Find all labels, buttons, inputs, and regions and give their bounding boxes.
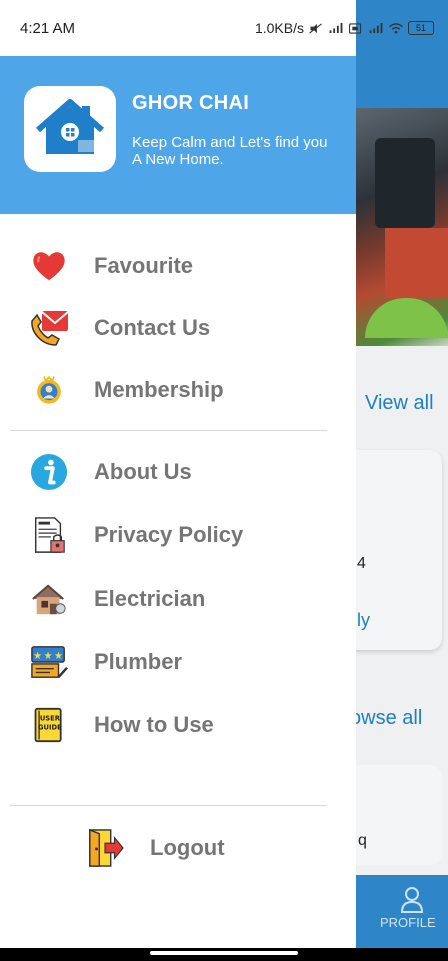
menu-item-label: About Us xyxy=(94,459,192,484)
network-speed: 1.0KB/s xyxy=(254,20,304,36)
property-card-2-text: q xyxy=(358,832,367,849)
mute-icon xyxy=(309,22,322,34)
heart-icon xyxy=(28,245,70,287)
app-logo xyxy=(24,86,116,172)
navigation-drawer: GHOR CHAI Keep Calm and Let's find you A… xyxy=(0,0,356,948)
plumber-rating-icon xyxy=(28,641,70,683)
profile-icon[interactable] xyxy=(400,886,424,914)
menu-item-label: Contact Us xyxy=(94,315,211,340)
battery-level: 51 xyxy=(415,23,426,33)
member-badge-icon xyxy=(28,369,70,411)
menu-item-about-us[interactable]: About Us xyxy=(0,444,356,500)
svg-text:GUIDE: GUIDE xyxy=(38,724,62,732)
menu-item-label: How to Use xyxy=(94,712,214,737)
logout-door-icon xyxy=(89,828,124,867)
menu-item-label: Privacy Policy xyxy=(94,522,244,547)
app-tagline: Keep Calm and Let's find you A New Home. xyxy=(132,134,328,168)
menu-item-plumber[interactable]: Plumber xyxy=(0,634,356,690)
signal-2-icon xyxy=(369,22,383,33)
wifi-icon xyxy=(389,22,403,34)
policy-document-icon xyxy=(28,514,70,556)
property-card-link[interactable]: ly xyxy=(357,610,370,631)
info-icon xyxy=(28,451,70,493)
home-gesture-handle[interactable] xyxy=(150,951,298,955)
view-all-link[interactable]: View all xyxy=(365,392,434,415)
menu-divider xyxy=(10,805,327,806)
status-indicators: 1.0KB/s 51 xyxy=(255,20,434,36)
menu-item-contact-us[interactable]: Contact Us xyxy=(0,300,356,356)
property-card-number: 4 xyxy=(357,555,366,572)
user-guide-icon: USER GUIDE xyxy=(28,704,70,746)
menu-item-electrician[interactable]: Electrician xyxy=(0,571,356,627)
drawer-header: GHOR CHAI Keep Calm and Let's find you A… xyxy=(0,56,356,214)
property-photo xyxy=(355,108,448,346)
house-icon xyxy=(36,99,104,154)
menu-item-favourite[interactable]: Favourite xyxy=(0,238,356,294)
menu-item-privacy-policy[interactable]: Privacy Policy xyxy=(0,507,356,563)
menu-item-label: Plumber xyxy=(94,649,183,674)
phone-mail-icon xyxy=(28,307,70,349)
status-bar: 4:21 AM 1.0KB/s 51 xyxy=(0,0,448,56)
electrician-house-icon xyxy=(28,578,70,620)
menu-item-label: Electrician xyxy=(94,586,206,611)
svg-text:USER: USER xyxy=(40,715,61,723)
menu-item-how-to-use[interactable]: USER GUIDE How to Use xyxy=(0,697,356,753)
volte-icon xyxy=(349,22,362,34)
menu-item-label: Favourite xyxy=(94,253,194,278)
menu-item-membership[interactable]: Membership xyxy=(0,362,356,418)
battery-icon: 51 xyxy=(408,21,434,35)
app-title: GHOR CHAI xyxy=(132,92,250,114)
signal-icon xyxy=(329,22,343,33)
menu-divider xyxy=(10,430,327,431)
status-time: 4:21 AM xyxy=(20,19,76,37)
logout-label: Logout xyxy=(150,835,225,860)
browse-all-link[interactable]: owse all xyxy=(350,707,422,730)
profile-tab-label[interactable]: PROFILE xyxy=(380,915,436,930)
system-navigation-bar xyxy=(0,948,448,961)
menu-item-label: Membership xyxy=(94,377,224,402)
logout-button[interactable]: Logout xyxy=(0,820,356,876)
